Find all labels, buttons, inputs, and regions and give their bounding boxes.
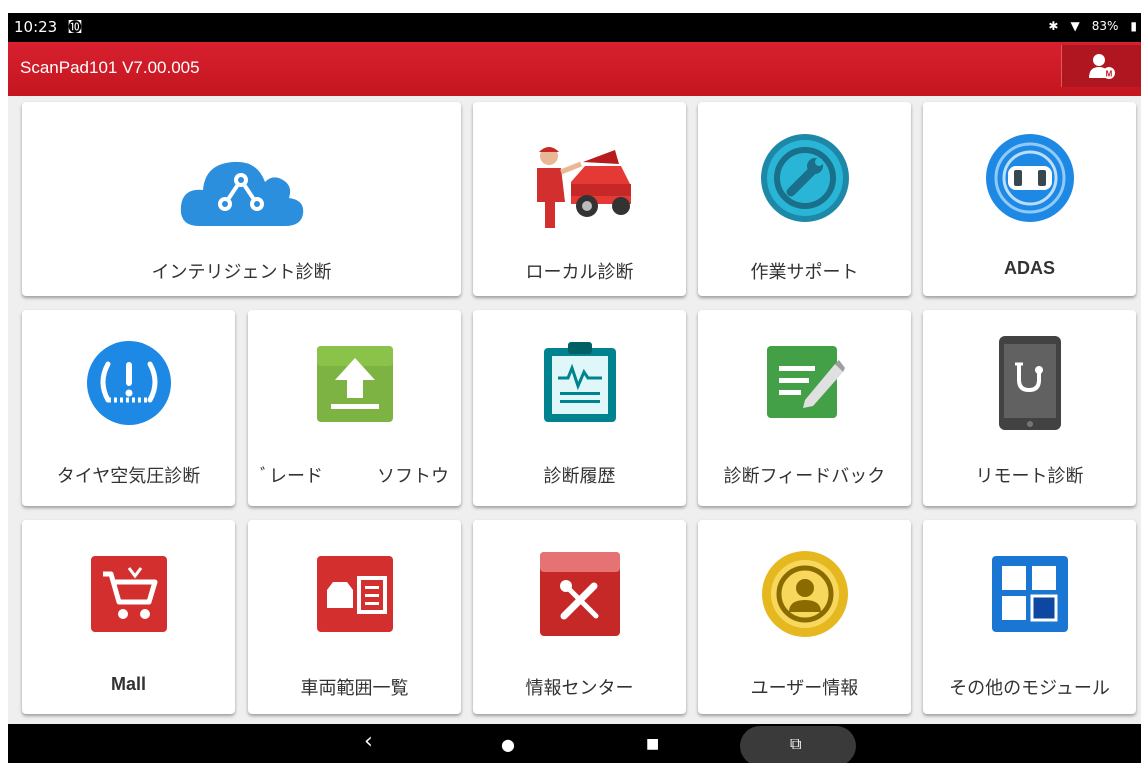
tile-label: その他のモジュール [949, 678, 1110, 699]
wifi-icon: ▼ [1070, 19, 1080, 33]
tile-user-info[interactable]: ユーザー情報 [698, 520, 911, 714]
tile-label: ﾞレード ソフトウ [260, 466, 449, 487]
recents-button[interactable]: ■ [646, 736, 659, 752]
tile-adas[interactable]: ADAS [923, 102, 1136, 296]
tire-pressure-icon [86, 341, 171, 425]
app-bar: ScanPad101 V7.00.005 M [8, 42, 1141, 96]
tile-label: リモート診断 [975, 466, 1084, 487]
screenshot-icon: ⧉ [790, 734, 802, 753]
modules-grid-icon [991, 556, 1068, 632]
tile-label: インテリジェント診断 [151, 262, 332, 283]
tile-local-diagnosis[interactable]: ローカル診断 [473, 102, 686, 296]
tile-label: ユーザー情報 [750, 678, 859, 699]
cloud-network-icon [180, 161, 303, 226]
home-button[interactable]: ● [501, 735, 515, 754]
user-account-icon: M [1088, 54, 1115, 79]
tile-vehicle-coverage[interactable]: 車両範囲一覧 [248, 520, 461, 714]
tile-other-modules[interactable]: その他のモジュール [923, 520, 1136, 714]
screenshot-pill[interactable]: ⧉ [740, 726, 856, 763]
navigation-bar: ⧉ ‹ ● ■ [8, 724, 1141, 763]
tile-work-support[interactable]: 作業サポート [698, 102, 911, 296]
status-bar: 10:23 ㉈ ✱ ▼ 83% ▮ [8, 13, 1141, 42]
tile-label: 作業サポート [750, 262, 859, 283]
tile-label: 診断フィードバック [723, 466, 886, 487]
tile-software-upgrade[interactable]: ﾞレード ソフトウ [248, 310, 461, 506]
tile-mall[interactable]: Mall [22, 520, 235, 714]
vehicle-list-icon [316, 556, 393, 632]
tile-info-center[interactable]: 情報センター [473, 520, 686, 714]
tile-label: タイヤ空気圧診断 [56, 466, 201, 487]
tile-label: ローカル診断 [525, 262, 634, 283]
tile-label: 情報センター [525, 678, 634, 699]
battery-icon: ▮ [1130, 19, 1137, 33]
car-radar-icon [985, 134, 1074, 222]
tile-label: 車両範囲一覧 [300, 678, 409, 699]
back-button[interactable]: ‹ [364, 729, 373, 754]
tile-diagnosis-feedback[interactable]: 診断フィードバック [698, 310, 911, 506]
svg-text:M: M [1105, 70, 1112, 79]
notification-icon: ㉈ [68, 20, 82, 36]
tablet-stethoscope-icon [998, 336, 1061, 430]
user-circle-icon [761, 551, 848, 637]
shopping-cart-icon [90, 556, 167, 632]
app-title: ScanPad101 V7.00.005 [20, 58, 200, 77]
tile-diagnosis-history[interactable]: 診断履歴 [473, 310, 686, 506]
upload-icon [316, 346, 393, 422]
tile-tire-pressure[interactable]: タイヤ空気圧診断 [22, 310, 235, 506]
wrench-refresh-icon [760, 134, 849, 222]
module-grid: インテリジェント診断 ローカル診断 作業サポート ADAS タイヤ空気圧診断 ﾞ… [8, 96, 1141, 724]
tile-intelligent-diagnosis[interactable]: インテリジェント診断 [22, 102, 461, 296]
bluetooth-icon: ✱ [1048, 19, 1059, 33]
status-time: 10:23 [14, 18, 58, 36]
tile-label: Mall [110, 674, 146, 694]
tile-label: 診断履歴 [543, 466, 616, 487]
clipboard-waveform-icon [543, 342, 616, 422]
tile-label: ADAS [1003, 258, 1055, 278]
user-account-button[interactable]: M [1061, 45, 1141, 87]
book-tools-icon [539, 552, 620, 636]
battery-level: 83% [1091, 19, 1119, 33]
tile-remote-diagnosis[interactable]: リモート診断 [923, 310, 1136, 506]
edit-note-icon [766, 346, 845, 418]
mechanic-car-icon [536, 147, 631, 228]
